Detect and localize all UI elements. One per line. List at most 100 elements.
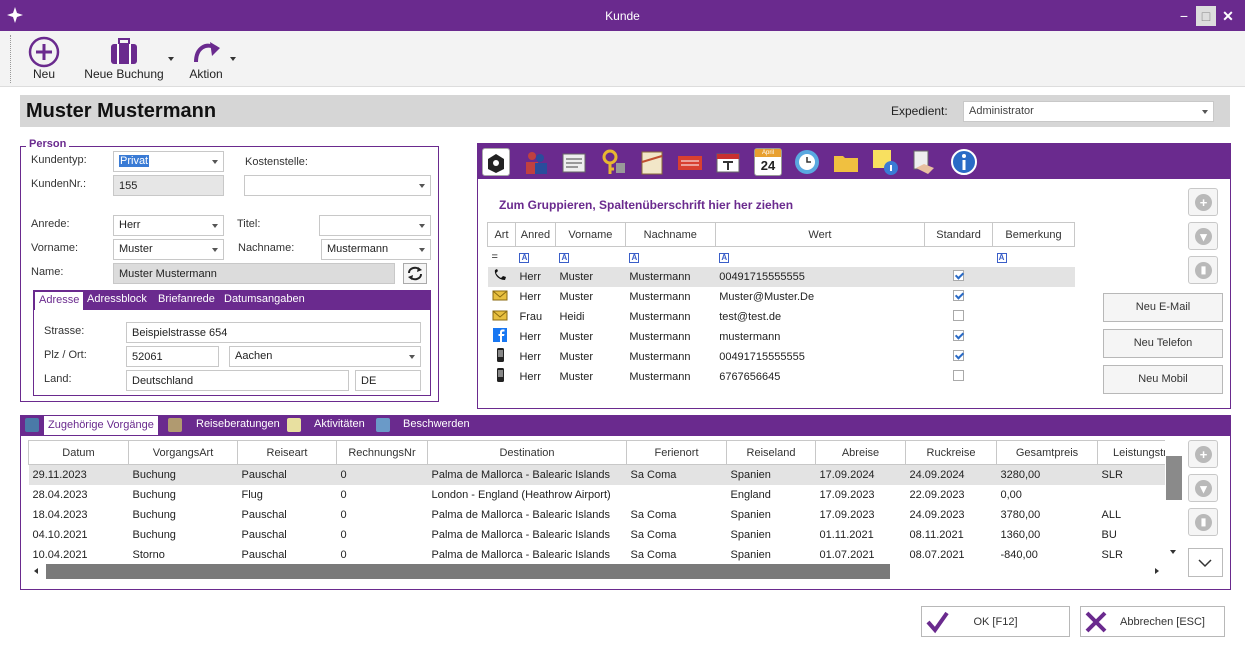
booking-row[interactable]: 29.11.2023 Buchung Pauschal 0 Palma de Mallo… <box>28 464 1165 485</box>
booking-row[interactable]: 10.04.2021 Storno Pauschal 0 Palma de Mallor… <box>29 545 1166 563</box>
notepad-icon[interactable] <box>638 148 666 176</box>
col-vorname[interactable]: Vorname <box>554 222 626 247</box>
contact-row[interactable]: Herr Muster Mustermann mustermann <box>488 327 1075 347</box>
booking-col-header[interactable]: Abreise <box>815 440 906 465</box>
tab-beschwerden[interactable]: Beschwerden <box>403 418 470 430</box>
booking-vertical-scroll-thumb[interactable] <box>1166 456 1182 500</box>
land-field[interactable]: Deutschland <box>126 370 349 391</box>
booking-col-header[interactable]: Destination <box>427 440 627 465</box>
aktion-dropdown-icon[interactable] <box>230 57 236 61</box>
booking-row[interactable]: 28.04.2023 Buchung Flug 0 London - England (… <box>29 485 1166 505</box>
scroll-down-arrow-icon[interactable] <box>1170 550 1176 554</box>
scroll-left-arrow-icon[interactable] <box>34 568 38 574</box>
booking-col-header[interactable]: Leistungstra <box>1097 440 1165 465</box>
standard-checkbox[interactable] <box>953 349 965 361</box>
contact-card-icon[interactable] <box>482 148 510 176</box>
land-code-field[interactable]: DE <box>355 370 421 391</box>
filter-wert-icon[interactable]: A <box>719 252 730 263</box>
toolbar-grip[interactable] <box>10 35 12 83</box>
ticket-icon[interactable] <box>676 148 704 176</box>
neu-button[interactable]: Neu <box>22 33 66 85</box>
col-art[interactable]: Art <box>487 222 516 247</box>
maximize-button[interactable]: □ <box>1196 6 1216 26</box>
tab-zugehoerige-vorgaenge[interactable]: Zugehörige Vorgänge <box>44 416 158 435</box>
people-icon[interactable] <box>522 148 550 176</box>
standard-checkbox[interactable] <box>953 309 965 321</box>
ok-button[interactable]: OK [F12] <box>921 606 1070 637</box>
booking-row[interactable]: 18.04.2023 Buchung Pauschal 0 Palma de Mallo… <box>29 505 1166 525</box>
key-lock-icon[interactable] <box>600 148 628 176</box>
expedient-select[interactable]: Administrator <box>963 101 1214 122</box>
folder-icon[interactable] <box>832 148 860 176</box>
vorname-field[interactable]: Muster <box>113 239 224 260</box>
close-button[interactable]: ✕ <box>1220 8 1236 24</box>
documents-icon[interactable] <box>560 148 588 176</box>
booking-col-header[interactable]: Reiseland <box>726 440 816 465</box>
neue-buchung-dropdown-icon[interactable] <box>168 57 174 61</box>
booking-col-header[interactable]: Ruckreise <box>905 440 997 465</box>
booking-col-header[interactable]: Ferienort <box>626 440 727 465</box>
filter-anrede-icon[interactable]: A <box>519 252 530 263</box>
filter-art-equals[interactable]: = <box>488 247 516 267</box>
refresh-name-button[interactable] <box>403 263 427 284</box>
info-icon[interactable] <box>950 148 978 176</box>
col-wert[interactable]: Wert <box>714 222 926 247</box>
kundentyp-select[interactable]: Privat <box>113 151 224 172</box>
contact-row[interactable]: Herr Muster Mustermann 00491715555555 <box>488 347 1075 367</box>
standard-checkbox[interactable] <box>953 289 965 301</box>
tab-adresse[interactable]: Adresse <box>35 292 84 310</box>
filter-nachname-icon[interactable]: A <box>629 252 640 263</box>
id-card-icon[interactable] <box>714 148 742 176</box>
minimize-button[interactable]: − <box>1176 8 1192 24</box>
note-info-icon[interactable] <box>871 148 899 176</box>
booking-col-header[interactable]: Gesamtpreis <box>996 440 1098 465</box>
booking-col-header[interactable]: Reiseart <box>237 440 337 465</box>
anrede-select[interactable]: Herr <box>113 215 224 236</box>
contact-row[interactable]: Herr Muster Mustermann 6767656645 <box>488 367 1075 387</box>
plz-field[interactable]: 52061 <box>126 346 219 367</box>
scroll-right-arrow-icon[interactable] <box>1155 568 1159 574</box>
add-contact-button[interactable]: + <box>1188 188 1218 216</box>
contact-row[interactable]: Herr Muster Mustermann 00491715555555 <box>487 266 1075 287</box>
col-bemerkung[interactable]: Bemerkung <box>992 222 1075 247</box>
standard-checkbox[interactable] <box>953 329 965 341</box>
tab-adressblock[interactable]: Adressblock <box>87 293 147 305</box>
titel-select[interactable] <box>319 215 431 236</box>
standard-checkbox[interactable] <box>953 269 965 281</box>
nachname-field[interactable]: Mustermann <box>321 239 431 260</box>
clock-icon[interactable] <box>793 148 821 176</box>
kostenstelle-select[interactable] <box>244 175 431 196</box>
booking-horizontal-scroll-thumb[interactable] <box>46 564 890 579</box>
filter-vorname-icon[interactable]: A <box>559 252 570 263</box>
delete-booking-button[interactable]: ▮ <box>1188 508 1218 536</box>
expand-button[interactable] <box>1188 548 1223 577</box>
ort-select[interactable]: Aachen <box>229 346 421 367</box>
delete-contact-button[interactable]: ▮ <box>1188 256 1218 284</box>
contact-row[interactable]: Herr Muster Mustermann Muster@Muster.De <box>488 287 1075 307</box>
cancel-button[interactable]: Abbrechen [ESC] <box>1080 606 1225 637</box>
neue-buchung-button[interactable]: Neue Buchung <box>82 33 166 85</box>
booking-row[interactable]: 04.10.2021 Buchung Pauschal 0 Palma de Mallo… <box>29 525 1166 545</box>
neu-mobil-button[interactable]: Neu Mobil <box>1103 365 1223 394</box>
handshake-card-icon[interactable] <box>910 148 938 176</box>
neu-telefon-button[interactable]: Neu Telefon <box>1103 329 1223 358</box>
add-booking-button[interactable]: + <box>1188 440 1218 468</box>
standard-checkbox[interactable] <box>953 369 965 381</box>
calendar-icon[interactable]: April 24 <box>754 148 782 176</box>
filter-contact-button[interactable]: ▾ <box>1188 222 1218 250</box>
filter-booking-button[interactable]: ▾ <box>1188 474 1218 502</box>
booking-col-header[interactable]: VorgangsArt <box>128 440 238 465</box>
col-nachname[interactable]: Nachname <box>624 222 716 247</box>
contact-row[interactable]: Frau Heidi Mustermann test@test.de <box>488 307 1075 327</box>
booking-col-header[interactable]: RechnungsNr <box>336 440 428 465</box>
tab-briefanrede[interactable]: Briefanrede <box>158 293 215 305</box>
col-anrede[interactable]: Anred <box>514 222 556 247</box>
neu-email-button[interactable]: Neu E-Mail <box>1103 293 1223 322</box>
tab-datumsangaben[interactable]: Datumsangaben <box>224 293 305 305</box>
tab-aktivitaeten[interactable]: Aktivitäten <box>314 418 365 430</box>
booking-col-header[interactable]: Datum <box>28 440 129 465</box>
tab-reiseberatungen[interactable]: Reiseberatungen <box>196 418 280 430</box>
strasse-field[interactable]: Beispielstrasse 654 <box>126 322 421 343</box>
filter-bemerkung-icon[interactable]: A <box>996 252 1007 263</box>
aktion-button[interactable]: Aktion <box>186 33 226 85</box>
